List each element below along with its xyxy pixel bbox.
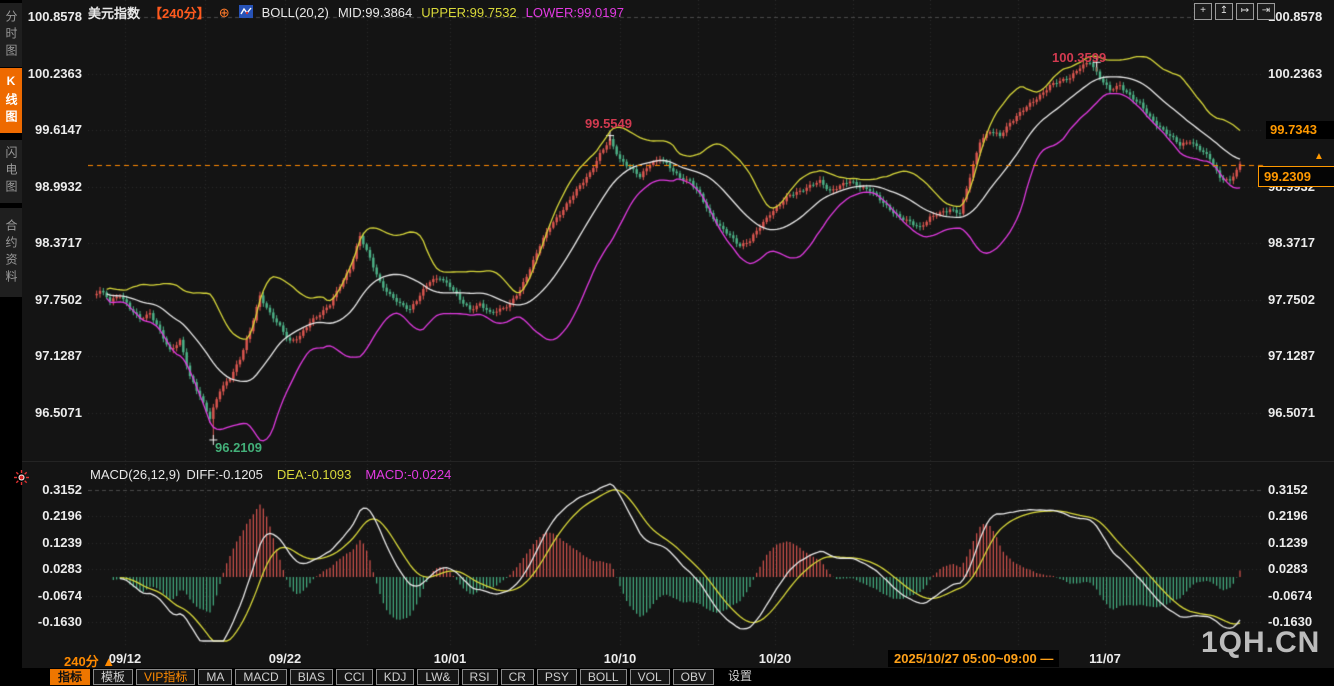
macd-axis-label-right: 0.2196 [1268, 509, 1308, 523]
macd-params: MACD(26,12,9) [90, 467, 180, 482]
price-axis-label-right: 96.5071 [1268, 406, 1315, 420]
x-axis-date-label: 10/20 [740, 651, 810, 666]
macd-axis-label-right: 0.3152 [1268, 483, 1308, 497]
chart-header: 美元指数 【240分】 ⊕ BOLL(20,2) MID:99.3864 UPP… [88, 4, 624, 21]
last-price-tag: 99.2309 [1258, 166, 1334, 187]
add-indicator-icon[interactable]: ⊕ [219, 5, 230, 21]
toolbar-item-MACD[interactable]: MACD [235, 669, 286, 685]
boll-lower-value: LOWER:99.0197 [526, 5, 624, 20]
toolbar-item-PSY[interactable]: PSY [537, 669, 577, 685]
left-sidebar: 分时图K线图闪电图合约资料 [0, 0, 22, 686]
toolbar-item-设置[interactable]: 设置 [721, 669, 759, 685]
x-axis-date-label: 10/01 [415, 651, 485, 666]
toolbar-item-KDJ[interactable]: KDJ [376, 669, 415, 685]
crosshair-icon[interactable]: + [1194, 3, 1212, 20]
toolbar-item-MA[interactable]: MA [198, 669, 232, 685]
price-axis-label-left: 100.2363 [0, 67, 82, 81]
macd-axis-label-left: 0.3152 [0, 483, 82, 497]
macd-axis-label-right: 0.0283 [1268, 562, 1308, 576]
price-axis-label-left: 98.9932 [0, 180, 82, 194]
price-axis-label-left: 98.3717 [0, 236, 82, 250]
macd-axis-label-left: -0.0674 [0, 589, 82, 603]
local-high-annotation: 99.5549 [585, 116, 632, 131]
price-axis-label-left: 97.1287 [0, 349, 82, 363]
toolbar-item-LW&[interactable]: LW& [417, 669, 458, 685]
price-axis-label-left: 100.8578 [0, 10, 82, 24]
macd-axis-label-left: 0.0283 [0, 562, 82, 576]
toolbar-item-CCI[interactable]: CCI [336, 669, 373, 685]
toolbar-item-RSI[interactable]: RSI [462, 669, 498, 685]
macd-axis-label-left: 0.2196 [0, 509, 82, 523]
toolbar-item-CR[interactable]: CR [501, 669, 534, 685]
boll-mid-value: MID:99.3864 [338, 5, 412, 20]
boll-label: BOLL(20,2) [262, 5, 329, 20]
indicator-toolbar: 指标模板VIP指标MAMACDBIASCCIKDJLW&RSICRPSYBOLL… [0, 668, 1334, 686]
macd-header: MACD(26,12,9) DIFF:-0.1205 DEA:-0.1093 M… [90, 467, 451, 482]
axis-zoom-right-icon[interactable]: ↦ [1236, 3, 1254, 20]
toolbar-item-BOLL[interactable]: BOLL [580, 669, 627, 685]
macd-chart-canvas[interactable] [88, 464, 1264, 646]
global-low-annotation: 96.2109 [215, 440, 262, 455]
macd-diff-value: DIFF:-0.1205 [186, 467, 263, 482]
price-axis-label-right: 100.2363 [1268, 67, 1322, 81]
symbol-name: 美元指数 [88, 3, 140, 22]
price-axis-label-right: 97.7502 [1268, 293, 1315, 307]
axis-zoom-up-icon[interactable]: ↥ [1215, 3, 1233, 20]
price-axis-label-left: 99.6147 [0, 123, 82, 137]
macd-axis-label-right: 0.1239 [1268, 536, 1308, 550]
global-high-annotation: 100.3599 [1052, 50, 1106, 65]
highlighted-datetime-label: 2025/10/27 05:00~09:00 — [888, 650, 1059, 667]
macd-axis-label-left: 0.1239 [0, 536, 82, 550]
toolbar-item-模板[interactable]: 模板 [93, 669, 133, 685]
x-axis-date-label: 10/10 [585, 651, 655, 666]
toolbar-item-BIAS[interactable]: BIAS [290, 669, 333, 685]
boll-upper-value: UPPER:99.7532 [421, 5, 516, 20]
upper-band-price-tag: 99.7343 [1266, 121, 1334, 139]
sidebar-item-4[interactable]: 合约资料 [0, 208, 22, 297]
price-axis-label-right: 97.1287 [1268, 349, 1315, 363]
macd-axis-label-left: -0.1630 [0, 615, 82, 629]
price-axis-label-left: 97.7502 [0, 293, 82, 307]
live-indicator-icon [14, 470, 29, 490]
toolbar-item-OBV[interactable]: OBV [673, 669, 714, 685]
kline-style-icon[interactable] [239, 5, 253, 21]
x-axis-date-label: 11/07 [1070, 651, 1140, 666]
price-axis-label-left: 96.5071 [0, 406, 82, 420]
toolbar-item-VIP指标[interactable]: VIP指标 [136, 669, 195, 685]
main-chart-canvas[interactable] [88, 0, 1264, 462]
price-axis-label-right: 100.8578 [1268, 10, 1322, 24]
price-up-arrow-icon: ▲ [1314, 151, 1324, 162]
toolbar-item-指标[interactable]: 指标 [50, 669, 90, 685]
period-label: 【240分】 [149, 3, 210, 22]
chart-window: 分时图K线图闪电图合约资料 美元指数 【240分】 ⊕ BOLL(20,2) M… [0, 0, 1334, 686]
macd-dea-value: DEA:-0.1093 [277, 467, 351, 482]
watermark: 1QH.CN [1201, 626, 1320, 660]
x-axis-date-label: 09/22 [250, 651, 320, 666]
price-axis-label-right: 98.3717 [1268, 236, 1315, 250]
toolbar-item-VOL[interactable]: VOL [630, 669, 670, 685]
chart-toolbar-icons: +↥↦⇥ [1194, 3, 1275, 20]
macd-axis-label-right: -0.0674 [1268, 589, 1312, 603]
macd-macd-value: MACD:-0.0224 [365, 467, 451, 482]
shift-right-icon[interactable]: ⇥ [1257, 3, 1275, 20]
